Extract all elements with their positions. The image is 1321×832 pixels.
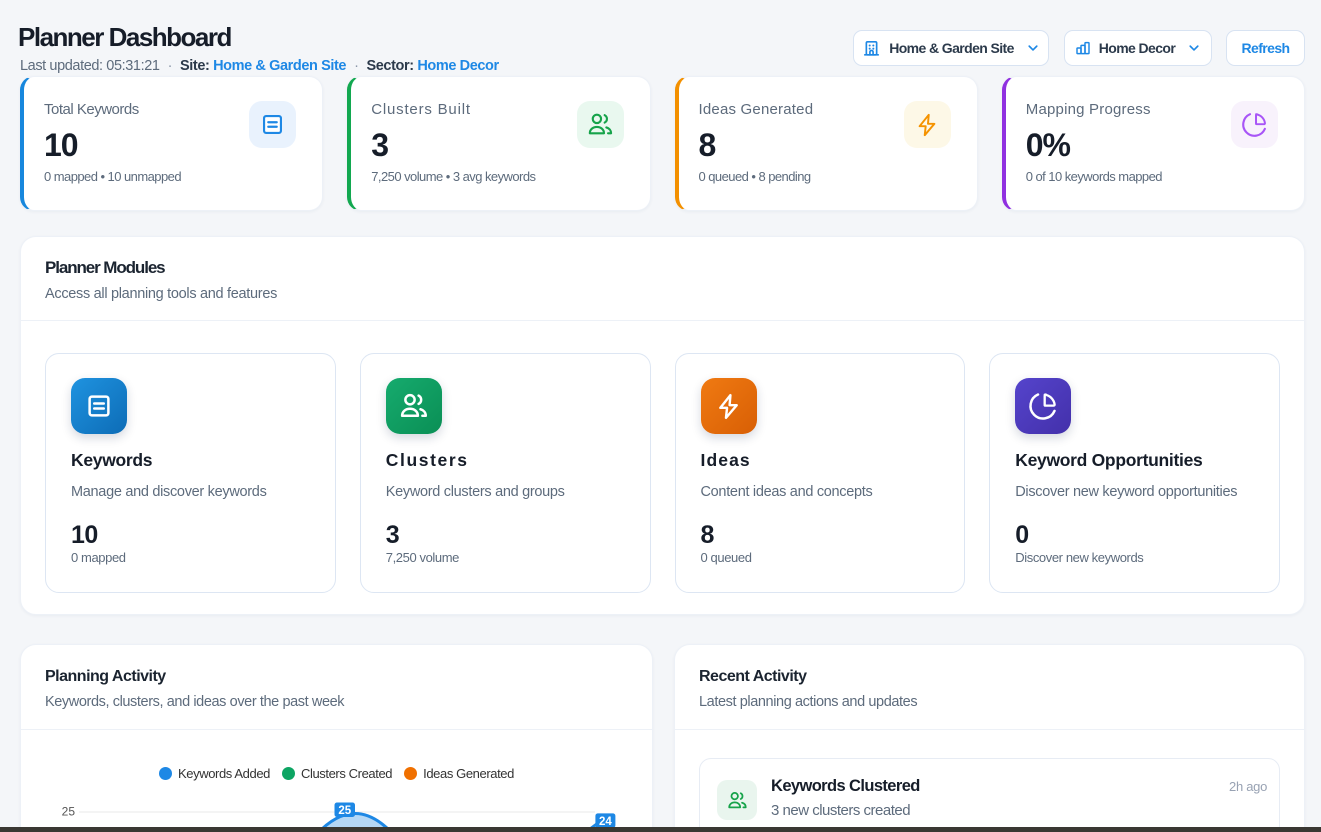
svg-text:25: 25 [62,805,76,819]
svg-text:25: 25 [338,805,351,817]
